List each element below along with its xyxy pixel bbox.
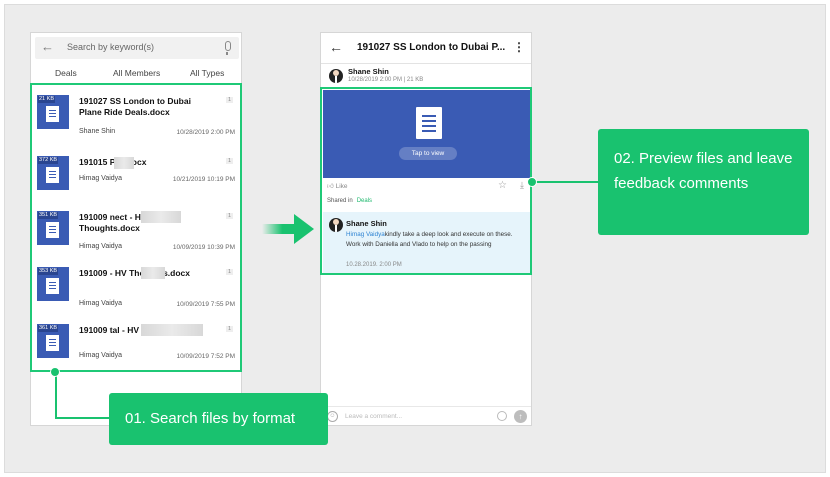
avatar[interactable]	[329, 69, 343, 83]
post-author: Shane Shin	[348, 67, 389, 76]
comment-bar: ☺ Leave a comment... ↑	[321, 406, 531, 425]
callout-search: 01. Search files by format	[109, 393, 328, 445]
connector-dot	[50, 367, 60, 377]
more-options-icon[interactable]: ⋮	[513, 40, 525, 54]
search-bar[interactable]: ← Search by keyword(s)	[35, 37, 239, 59]
filter-bar: Deals All Members All Types	[31, 63, 241, 85]
send-icon[interactable]: ↑	[514, 410, 527, 423]
filter-members[interactable]: All Members	[113, 68, 160, 78]
divider	[321, 63, 531, 64]
connector-dot	[527, 177, 537, 187]
back-arrow-icon[interactable]: ←	[41, 39, 54, 54]
back-arrow-icon[interactable]: ←	[329, 39, 343, 55]
microphone-icon[interactable]	[225, 41, 231, 55]
detail-title: 191027 SS London to Dubai P...	[357, 42, 506, 53]
emoji-icon[interactable]	[497, 411, 507, 421]
filter-deals[interactable]: Deals	[55, 68, 77, 78]
connector-line	[532, 181, 599, 183]
filter-types[interactable]: All Types	[190, 68, 224, 78]
search-input[interactable]: Search by keyword(s)	[67, 42, 154, 52]
flow-arrow-icon	[262, 214, 314, 244]
connector-line	[55, 417, 110, 419]
comment-input[interactable]: Leave a comment...	[345, 413, 402, 420]
search-results-highlight	[30, 83, 242, 372]
post-meta: 10/28/2019 2:00 PM | 21 KB	[348, 77, 424, 83]
sticker-icon[interactable]: ☺	[327, 411, 338, 422]
detail-header: ← 191027 SS London to Dubai P... ⋮	[321, 33, 531, 63]
connector-line	[55, 371, 57, 418]
preview-highlight	[320, 87, 532, 275]
callout-preview: 02. Preview files and leave feedback com…	[598, 129, 809, 235]
